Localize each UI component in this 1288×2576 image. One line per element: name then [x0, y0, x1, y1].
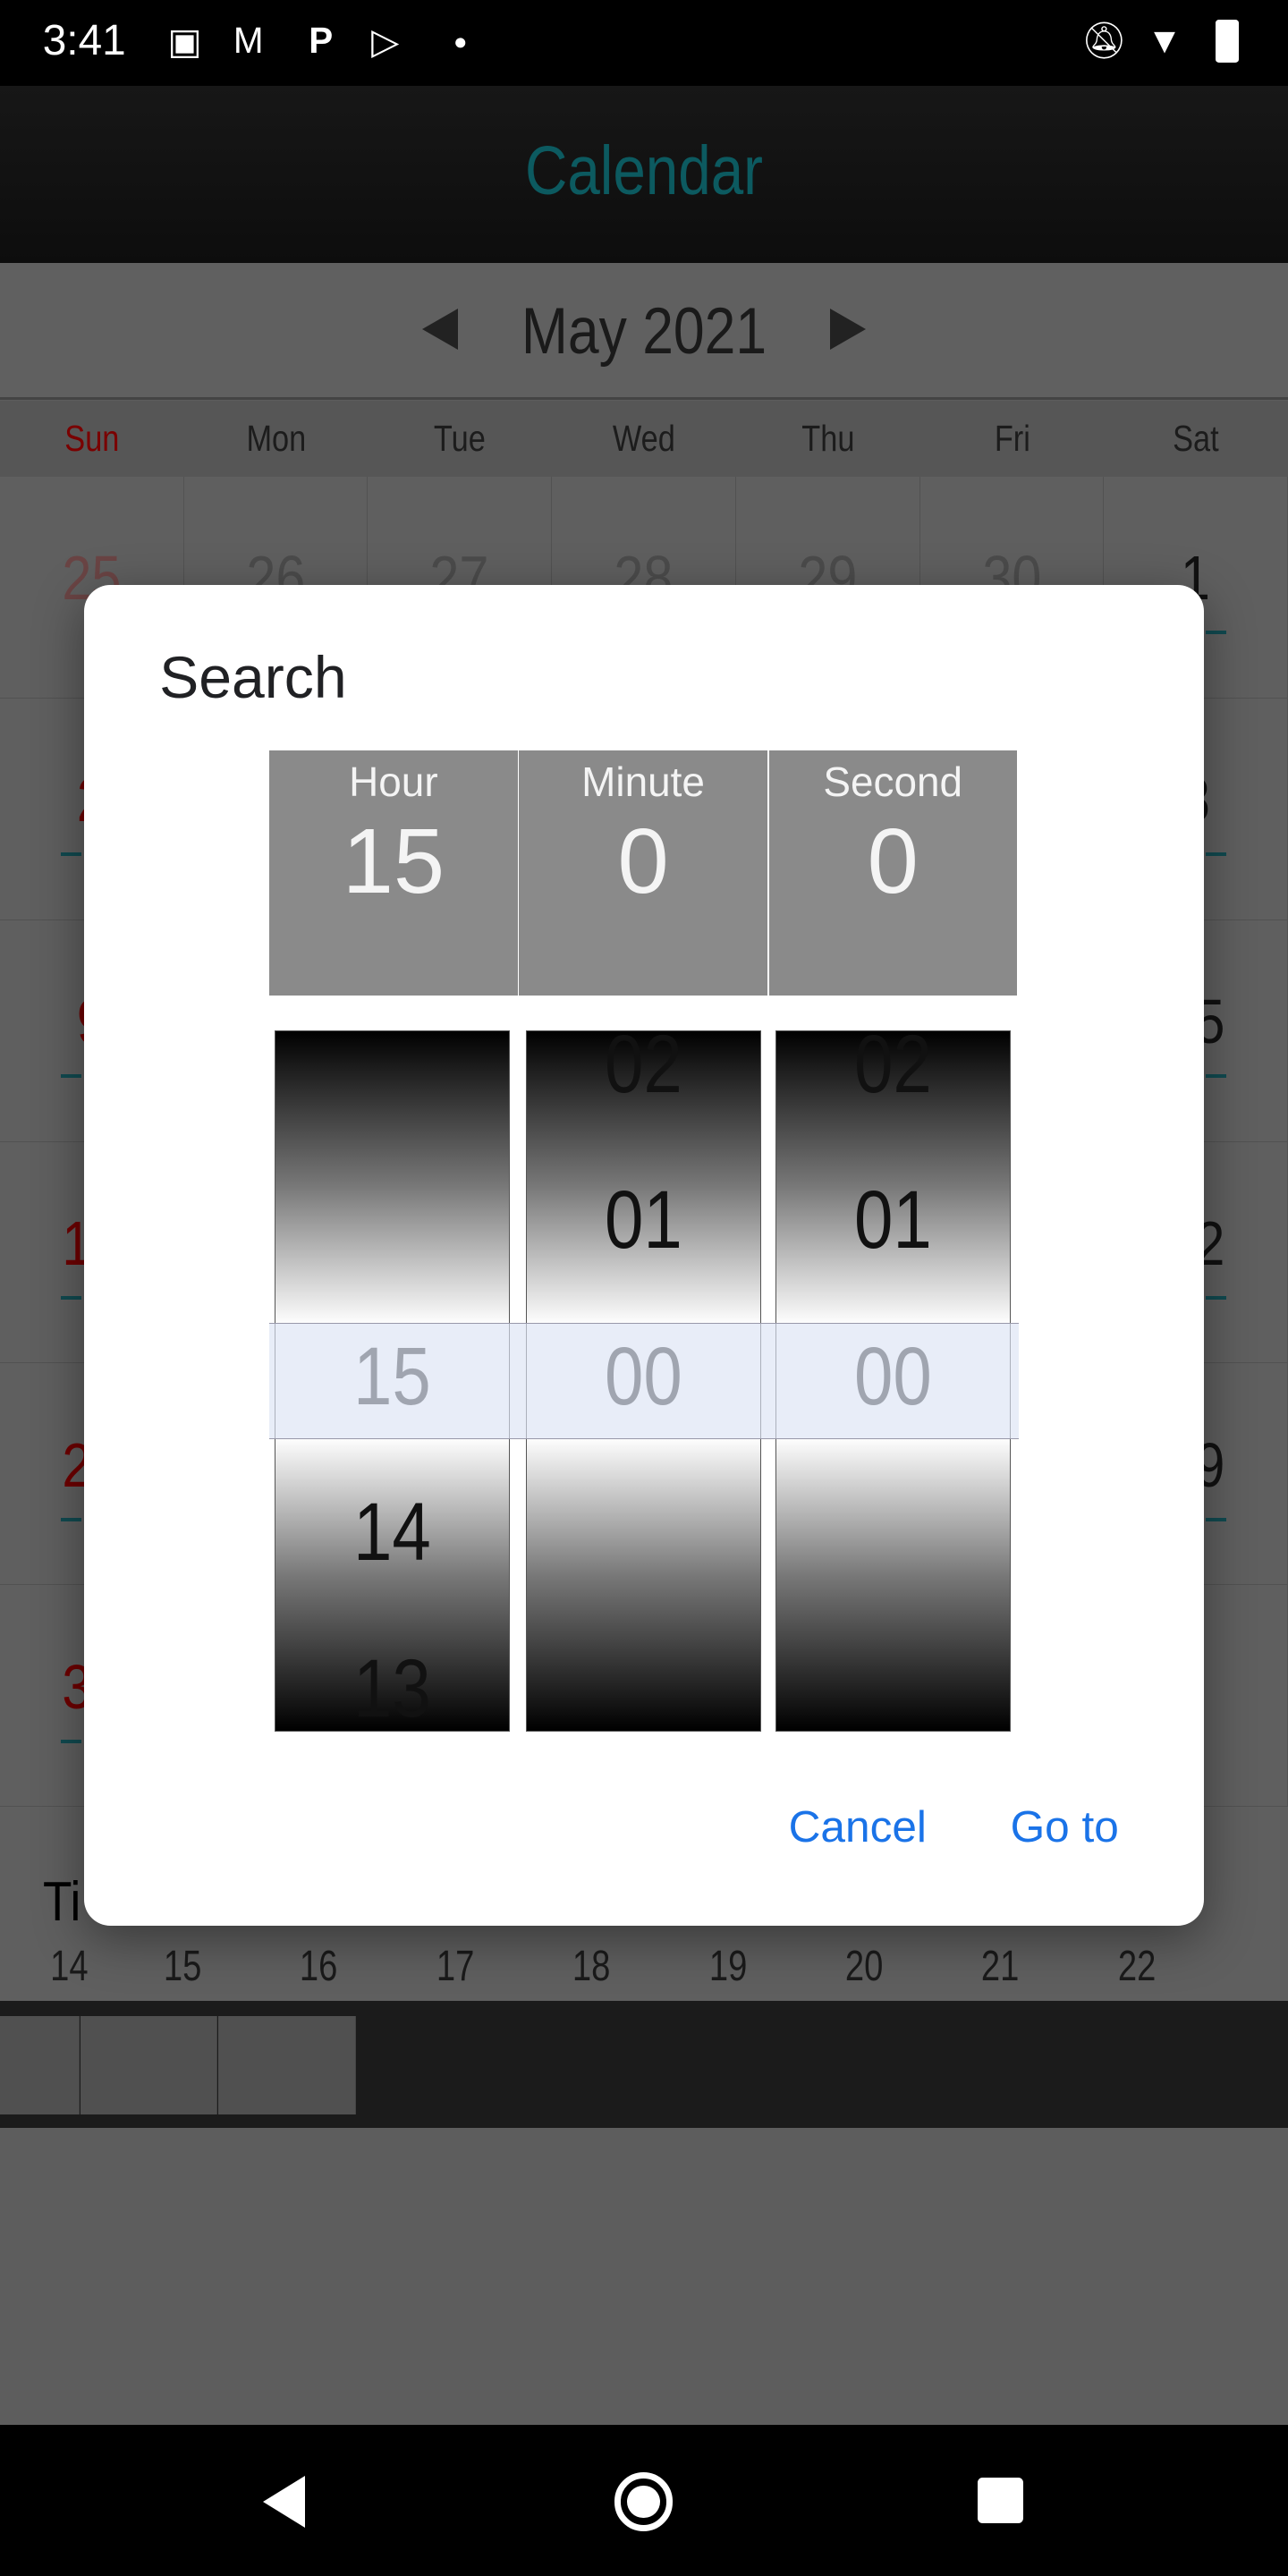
timeline-block[interactable]: [218, 2015, 356, 2114]
gmail-icon: M: [233, 20, 264, 62]
image-icon: ▣: [167, 21, 202, 63]
wheel-item[interactable]: 13: [292, 1642, 491, 1731]
timeline-block[interactable]: [80, 2015, 218, 2114]
month-label: May 2021: [521, 292, 767, 368]
event-underline: [60, 1296, 81, 1300]
weekday-sun: Sun: [64, 418, 120, 460]
weekday-thu: Thu: [801, 418, 855, 460]
timeline-bar[interactable]: [0, 2001, 1288, 2128]
empty-area: [0, 2127, 1288, 2425]
weekday-fri: Fri: [994, 418, 1030, 460]
status-bar: 3:41 ▣ M P ▷ ● 🔕︎ ▼: [0, 0, 1288, 86]
screen: 3:41 ▣ M P ▷ ● 🔕︎ ▼ Calendar May 2021 Su…: [0, 0, 1288, 2576]
hour-value: 15: [342, 809, 445, 913]
app-title: Calendar: [524, 131, 764, 209]
minute-display: Minute 0: [519, 750, 767, 996]
recents-icon[interactable]: [977, 2477, 1024, 2524]
second-value: 0: [867, 809, 919, 913]
hour-tick: 15: [163, 1943, 202, 1990]
event-underline: [60, 1740, 81, 1743]
go-to-button[interactable]: Go to: [1011, 1801, 1119, 1852]
weekday-sat: Sat: [1173, 418, 1219, 460]
home-icon[interactable]: [614, 2472, 674, 2531]
hour-tick: 16: [300, 1943, 338, 1990]
event-underline: [1206, 1518, 1227, 1521]
second-label: Second: [823, 758, 963, 805]
notifications-off-icon: 🔕︎: [1080, 20, 1127, 62]
app-bar: Calendar: [0, 85, 1288, 263]
hour-display: Hour 15: [269, 750, 518, 996]
wheel-item[interactable]: 02: [793, 1031, 992, 1112]
back-icon[interactable]: [263, 2475, 305, 2528]
event-underline: [1206, 852, 1227, 856]
minute-value: 0: [617, 809, 669, 913]
wifi-icon: ▼: [1147, 20, 1183, 62]
dot-icon: ●: [453, 30, 468, 55]
timeline-block[interactable]: [0, 2015, 80, 2114]
hour-label: Hour: [349, 758, 438, 805]
timeline-label: Ti: [42, 1870, 80, 1934]
prev-month-button[interactable]: [422, 309, 459, 351]
hour-tick: 17: [436, 1943, 475, 1990]
p-app-icon: P: [309, 20, 334, 62]
hour-axis: 14 15 16 17 18 19 20 21 22: [0, 1942, 1288, 1991]
play-store-icon: ▷: [371, 21, 400, 63]
battery-charging-icon: [1216, 20, 1239, 63]
wheel-item[interactable]: 14: [292, 1486, 491, 1580]
next-month-button[interactable]: [829, 309, 866, 351]
selection-band: [269, 1322, 1019, 1440]
hour-tick: 18: [572, 1943, 611, 1990]
wheel-item[interactable]: 02: [544, 1031, 742, 1112]
hour-tick: 19: [708, 1943, 747, 1990]
hour-tick: 20: [844, 1943, 884, 1990]
hour-tick: 22: [1117, 1943, 1157, 1990]
weekday-tue: Tue: [434, 418, 487, 460]
hour-tick: 14: [49, 1943, 89, 1990]
event-underline: [60, 852, 81, 856]
weekday-header: Sun Mon Tue Wed Thu Fri Sat: [0, 401, 1288, 477]
dialog-title: Search: [159, 644, 347, 711]
cancel-button[interactable]: Cancel: [789, 1801, 927, 1852]
event-underline: [1206, 1074, 1227, 1078]
event-underline: [1206, 631, 1227, 634]
event-underline: [60, 1518, 81, 1521]
minute-label: Minute: [581, 758, 705, 805]
event-underline: [1206, 1296, 1227, 1300]
weekday-mon: Mon: [246, 418, 306, 460]
second-display: Second 0: [768, 750, 1017, 996]
weekday-wed: Wed: [613, 418, 675, 460]
wheel-item[interactable]: 01: [544, 1174, 742, 1267]
clock: 3:41: [42, 17, 126, 65]
month-nav: May 2021: [0, 262, 1288, 401]
search-dialog: Search Hour 15 Minute 0 Second 0 151413 …: [83, 584, 1205, 1926]
wheel-item[interactable]: 01: [793, 1174, 992, 1267]
hour-tick: 21: [981, 1943, 1020, 1990]
event-underline: [60, 1074, 81, 1078]
